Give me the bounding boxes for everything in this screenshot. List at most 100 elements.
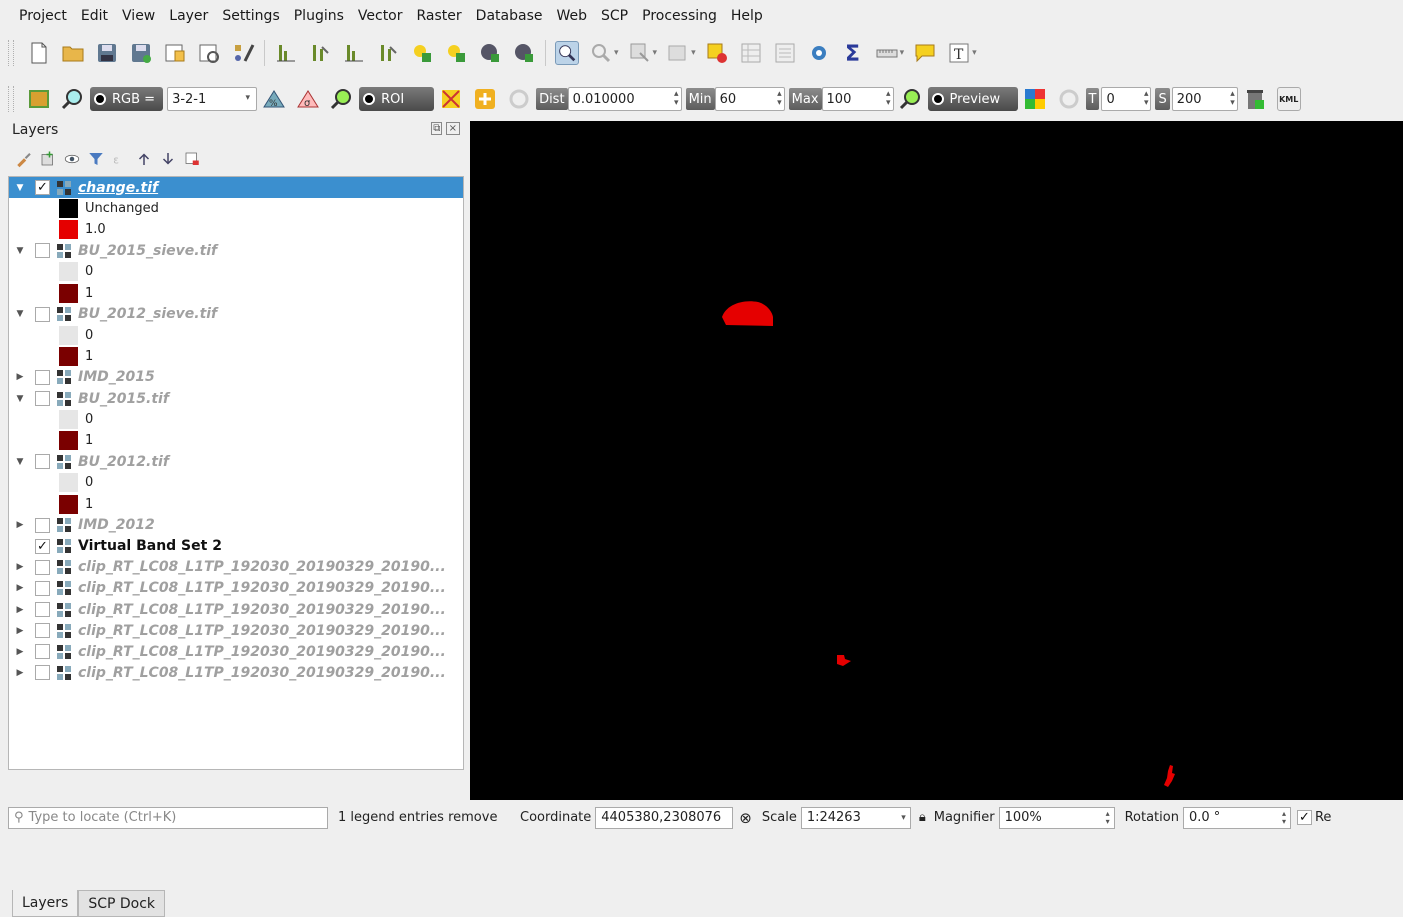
statistics-icon[interactable]: Σ <box>841 41 865 65</box>
rgb-toggle-button[interactable]: RGB = <box>90 87 164 111</box>
float-panel-icon[interactable]: ⧉ <box>431 122 443 135</box>
clear-selection-icon[interactable] <box>705 41 729 65</box>
min-spinbox[interactable]: 60 ▴ ▾ <box>714 87 785 111</box>
style-manager-icon[interactable] <box>231 41 255 65</box>
histogram-node-2-icon[interactable] <box>376 41 400 65</box>
zoom-input-image-icon[interactable] <box>61 87 85 111</box>
locator-search-input[interactable]: ⚲ Type to locate (Ctrl+K) <box>8 806 328 829</box>
roi-toggle-button[interactable]: ROI <box>359 87 435 111</box>
expand-down-icon[interactable]: ▼ <box>13 309 27 319</box>
tab-layers[interactable]: Layers <box>12 890 79 917</box>
measure-icon[interactable] <box>875 41 899 65</box>
dropdown-arrow-icon[interactable]: ▾ <box>900 48 905 58</box>
layer-visibility-checkbox[interactable]: ✓ <box>35 180 50 195</box>
histogram-icon[interactable] <box>274 41 298 65</box>
expand-down-icon[interactable]: ▼ <box>13 457 27 467</box>
map-canvas[interactable] <box>470 121 1403 800</box>
layer-visibility-checkbox[interactable] <box>35 391 50 406</box>
layer-visibility-checkbox[interactable] <box>35 580 50 596</box>
t-spinbox[interactable]: 0 ▴ ▾ <box>1101 87 1152 111</box>
select-features-icon[interactable] <box>628 41 652 65</box>
layer-visibility-checkbox[interactable] <box>35 517 50 533</box>
toggle-extents-icon[interactable]: ⊗ <box>739 809 752 827</box>
map-tips-icon[interactable] <box>913 41 937 65</box>
max-spinbox[interactable]: 100 ▴ ▾ <box>821 87 894 111</box>
dropdown-arrow-icon[interactable]: ▾ <box>691 48 696 58</box>
expand-right-icon[interactable]: ▶ <box>13 605 27 615</box>
layer-row[interactable]: ▼ ✓ change.tif <box>9 177 463 198</box>
kml-export-icon[interactable]: KML <box>1276 87 1301 111</box>
magnifier-spinbox[interactable]: 100% ▴ ▾ <box>998 806 1115 829</box>
expand-right-icon[interactable]: ▶ <box>13 583 27 593</box>
new-project-icon[interactable] <box>27 41 51 65</box>
add-group-icon[interactable] <box>39 150 57 168</box>
layer-row[interactable]: ▶ IMD_2015 <box>9 367 463 388</box>
redo-preview-icon[interactable] <box>1057 87 1081 111</box>
layer-visibility-checkbox[interactable]: ✓ <box>35 538 50 554</box>
menu-edit[interactable]: Edit <box>74 8 115 24</box>
menu-raster[interactable]: Raster <box>410 8 469 24</box>
collapse-all-icon[interactable] <box>159 150 177 168</box>
menu-project[interactable]: Project <box>12 8 74 24</box>
save-as-icon[interactable] <box>129 41 153 65</box>
expand-right-icon[interactable]: ▶ <box>13 668 27 678</box>
attribute-table-icon[interactable] <box>739 41 763 65</box>
expand-right-icon[interactable]: ▶ <box>13 626 27 636</box>
dropdown-arrow-icon[interactable]: ▾ <box>614 48 619 58</box>
save-project-icon[interactable] <box>95 41 119 65</box>
layer-visibility-checkbox[interactable] <box>35 454 50 470</box>
menu-processing[interactable]: Processing <box>635 8 724 24</box>
menu-help[interactable]: Help <box>724 8 770 24</box>
filter-expression-icon[interactable]: ε <box>111 150 129 168</box>
expand-down-icon[interactable]: ▼ <box>13 394 27 404</box>
layer-row[interactable]: ✓ Virtual Band Set 2 <box>9 536 463 557</box>
digitize-2-icon[interactable] <box>512 41 536 65</box>
expand-right-icon[interactable]: ▶ <box>13 520 27 530</box>
layer-row[interactable]: ▶ IMD_2012 <box>9 515 463 536</box>
manage-map-themes-icon[interactable] <box>63 150 81 168</box>
layer-row[interactable]: ▼ BU_2015_sieve.tif <box>9 240 463 261</box>
histogram-2-icon[interactable] <box>342 41 366 65</box>
toolbar-grip[interactable] <box>8 40 14 66</box>
layer-row[interactable]: ▶ clip_RT_LC08_L1TP_192030_20190329_20190… <box>9 578 463 599</box>
local-cumulative-stretch-icon[interactable]: % <box>262 87 286 111</box>
layer-visibility-checkbox[interactable] <box>35 369 50 385</box>
layer-row[interactable]: ▶ clip_RT_LC08_L1TP_192030_20190329_20190… <box>9 557 463 578</box>
create-roi-icon[interactable] <box>439 87 463 111</box>
dist-spinbox[interactable]: 0.010000 ▴ ▾ <box>567 87 682 111</box>
menu-layer[interactable]: Layer <box>162 8 215 24</box>
menu-vector[interactable]: Vector <box>351 8 410 24</box>
local-std-stretch-icon[interactable]: σ <box>296 87 320 111</box>
remove-temp-files-icon[interactable] <box>1243 87 1267 111</box>
layer-visibility-checkbox[interactable] <box>35 306 50 322</box>
close-panel-icon[interactable]: × <box>445 122 460 135</box>
new-print-layout-icon[interactable] <box>163 41 187 65</box>
scp-band-set-icon[interactable] <box>27 87 51 111</box>
layout-manager-icon[interactable] <box>197 41 221 65</box>
rotation-spinbox[interactable]: 0.0 ° ▴ ▾ <box>1182 806 1291 829</box>
layer-row[interactable]: ▼ BU_2012.tif <box>9 451 463 472</box>
menu-settings[interactable]: Settings <box>215 8 286 24</box>
render-checkbox[interactable]: ✓ <box>1296 810 1312 825</box>
toolbar-grip[interactable] <box>8 86 14 112</box>
layer-visibility-checkbox[interactable] <box>35 559 50 575</box>
layer-visibility-checkbox[interactable] <box>35 243 50 259</box>
dropdown-arrow-icon[interactable]: ▾ <box>653 48 658 58</box>
rgb-combo[interactable]: 3-2-1 ▾ <box>167 87 258 111</box>
style-panel-icon[interactable] <box>15 150 33 168</box>
tab-scp-dock[interactable]: SCP Dock <box>78 890 166 917</box>
open-project-icon[interactable] <box>61 41 85 65</box>
layer-row[interactable]: ▶ clip_RT_LC08_L1TP_192030_20190329_20190… <box>9 641 463 662</box>
layer-row[interactable]: ▶ clip_RT_LC08_L1TP_192030_20190329_20190… <box>9 662 463 683</box>
zoom-preview-icon[interactable] <box>899 87 923 111</box>
digitize-icon[interactable] <box>478 41 502 65</box>
preview-toggle-button[interactable]: Preview <box>927 87 1018 111</box>
menu-view[interactable]: View <box>115 8 162 24</box>
layer-row[interactable]: ▼ BU_2015.tif <box>9 388 463 409</box>
expand-all-icon[interactable] <box>135 150 153 168</box>
histogram-node-icon[interactable] <box>308 41 332 65</box>
menu-web[interactable]: Web <box>549 8 594 24</box>
menu-plugins[interactable]: Plugins <box>287 8 351 24</box>
s-spinbox[interactable]: 200 ▴ ▾ <box>1171 87 1238 111</box>
add-feature-icon[interactable] <box>410 41 434 65</box>
